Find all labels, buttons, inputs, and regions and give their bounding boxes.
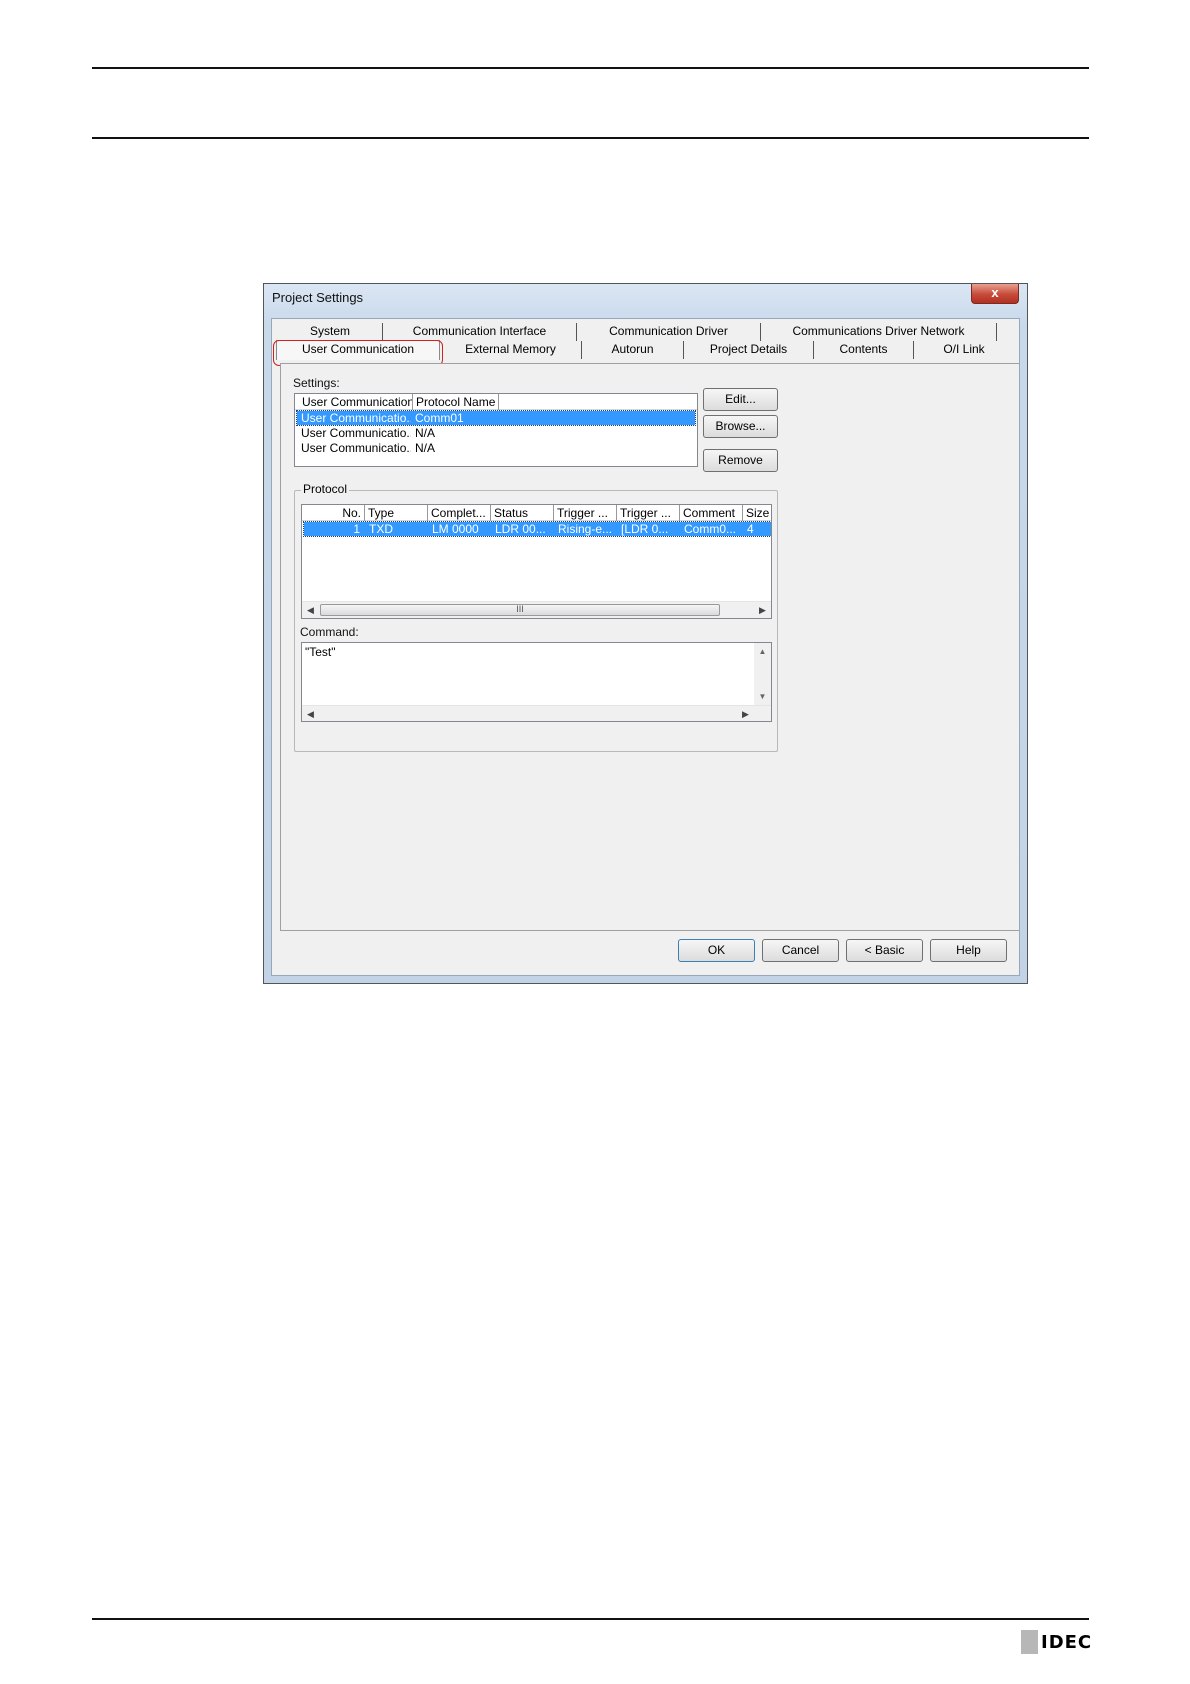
dialog-client-area: System Communication Interface Communica… <box>271 318 1020 976</box>
protocol-cell-trigger-2: [LDR 0... <box>621 522 669 536</box>
settings-row-name: User Communicatio... <box>301 441 411 455</box>
settings-row[interactable]: User Communicatio... N/A <box>297 426 695 440</box>
protocol-hscrollbar[interactable]: ◀ III ▶ <box>302 601 771 618</box>
remove-button[interactable]: Remove <box>703 449 778 472</box>
settings-row-name: User Communicatio... <box>301 426 411 440</box>
tab-page-user-communication: Settings: User Communication Protocol Na… <box>280 363 1019 931</box>
protocol-cell-trigger-1: Rising-e... <box>558 522 613 536</box>
column-comment[interactable]: Comment <box>680 505 743 521</box>
protocol-list-header: No. Type Complet... Status Trigger ... T… <box>302 505 771 521</box>
column-user-communication[interactable]: User Communication <box>299 394 413 410</box>
protocol-cell-type: TXD <box>369 522 393 536</box>
command-label: Command: <box>300 625 359 639</box>
column-protocol-name[interactable]: Protocol Name <box>413 394 499 410</box>
help-button[interactable]: Help <box>930 939 1007 962</box>
scroll-up-icon[interactable]: ▲ <box>754 643 771 660</box>
column-no[interactable]: No. <box>302 505 365 521</box>
scroll-left-icon[interactable]: ◀ <box>302 602 319 618</box>
browse-button[interactable]: Browse... <box>703 415 778 438</box>
protocol-cell-status: LDR 00... <box>495 522 546 536</box>
cancel-button[interactable]: Cancel <box>762 939 839 962</box>
column-completion[interactable]: Complet... <box>428 505 491 521</box>
command-vscrollbar[interactable]: ▲ ▼ <box>754 643 771 705</box>
scroll-thumb[interactable]: III <box>320 604 720 616</box>
column-trigger-1[interactable]: Trigger ... <box>554 505 617 521</box>
scroll-right-icon[interactable]: ▶ <box>737 706 754 722</box>
settings-row-protocol: Comm01 <box>415 411 464 425</box>
tab-contents[interactable]: Contents <box>814 341 914 359</box>
scroll-down-icon[interactable]: ▼ <box>754 688 771 705</box>
settings-list-header: User Communication Protocol Name <box>295 394 697 410</box>
tab-autorun[interactable]: Autorun <box>582 341 684 359</box>
dialog-title: Project Settings <box>272 290 364 305</box>
idec-logo: IDEC <box>1021 1630 1092 1654</box>
close-button[interactable]: x <box>971 284 1019 304</box>
protocol-cell-size: 4 <box>747 522 754 536</box>
protocol-cell-completion: LM 0000 <box>432 522 479 536</box>
tab-communication-interface[interactable]: Communication Interface <box>383 323 577 341</box>
scroll-right-icon[interactable]: ▶ <box>754 602 771 618</box>
column-trigger-2[interactable]: Trigger ... <box>617 505 680 521</box>
settings-row[interactable]: User Communicatio... Comm01 <box>296 410 696 426</box>
protocol-group: Protocol No. Type Complet... Status Trig… <box>294 482 778 752</box>
tab-communications-driver-network[interactable]: Communications Driver Network <box>761 323 997 341</box>
header-rule-top <box>92 67 1089 69</box>
column-status[interactable]: Status <box>491 505 554 521</box>
logo-mark <box>1021 1630 1038 1654</box>
tab-oi-link[interactable]: O/I Link <box>914 341 1014 359</box>
protocol-cell-comment: Comm0... <box>684 522 737 536</box>
scroll-left-icon[interactable]: ◀ <box>302 706 319 722</box>
column-type[interactable]: Type <box>365 505 428 521</box>
protocol-row[interactable]: 1 TXD LM 0000 LDR 00... Rising-e... [LDR… <box>303 521 771 537</box>
tab-project-details[interactable]: Project Details <box>684 341 814 359</box>
command-hscrollbar[interactable]: ◀ ▶ <box>302 705 771 721</box>
protocol-cell-no: 1 <box>353 522 360 536</box>
command-textarea[interactable]: "Test" ▲ ▼ ◀ ▶ <box>301 642 772 722</box>
edit-button[interactable]: Edit... <box>703 388 778 411</box>
settings-list[interactable]: User Communication Protocol Name User Co… <box>294 393 698 467</box>
ok-button[interactable]: OK <box>678 939 755 962</box>
column-size[interactable]: Size <box>743 505 771 521</box>
command-text: "Test" <box>305 645 336 659</box>
header-rule-bottom <box>92 137 1089 139</box>
protocol-group-title: Protocol <box>301 482 350 496</box>
tab-external-memory[interactable]: External Memory <box>440 341 582 359</box>
project-settings-dialog: Project Settings x System Communication … <box>263 283 1028 984</box>
logo-text: IDEC <box>1041 1631 1093 1653</box>
settings-row-name: User Communicatio... <box>301 411 411 425</box>
settings-row-protocol: N/A <box>415 441 436 455</box>
settings-label: Settings: <box>293 376 340 390</box>
settings-row[interactable]: User Communicatio... N/A <box>297 441 695 455</box>
tab-system[interactable]: System <box>278 323 383 341</box>
basic-button[interactable]: < Basic <box>846 939 923 962</box>
settings-row-protocol: N/A <box>415 426 436 440</box>
tab-communication-driver[interactable]: Communication Driver <box>577 323 761 341</box>
footer-rule <box>92 1618 1089 1620</box>
protocol-list[interactable]: No. Type Complet... Status Trigger ... T… <box>301 504 772 619</box>
